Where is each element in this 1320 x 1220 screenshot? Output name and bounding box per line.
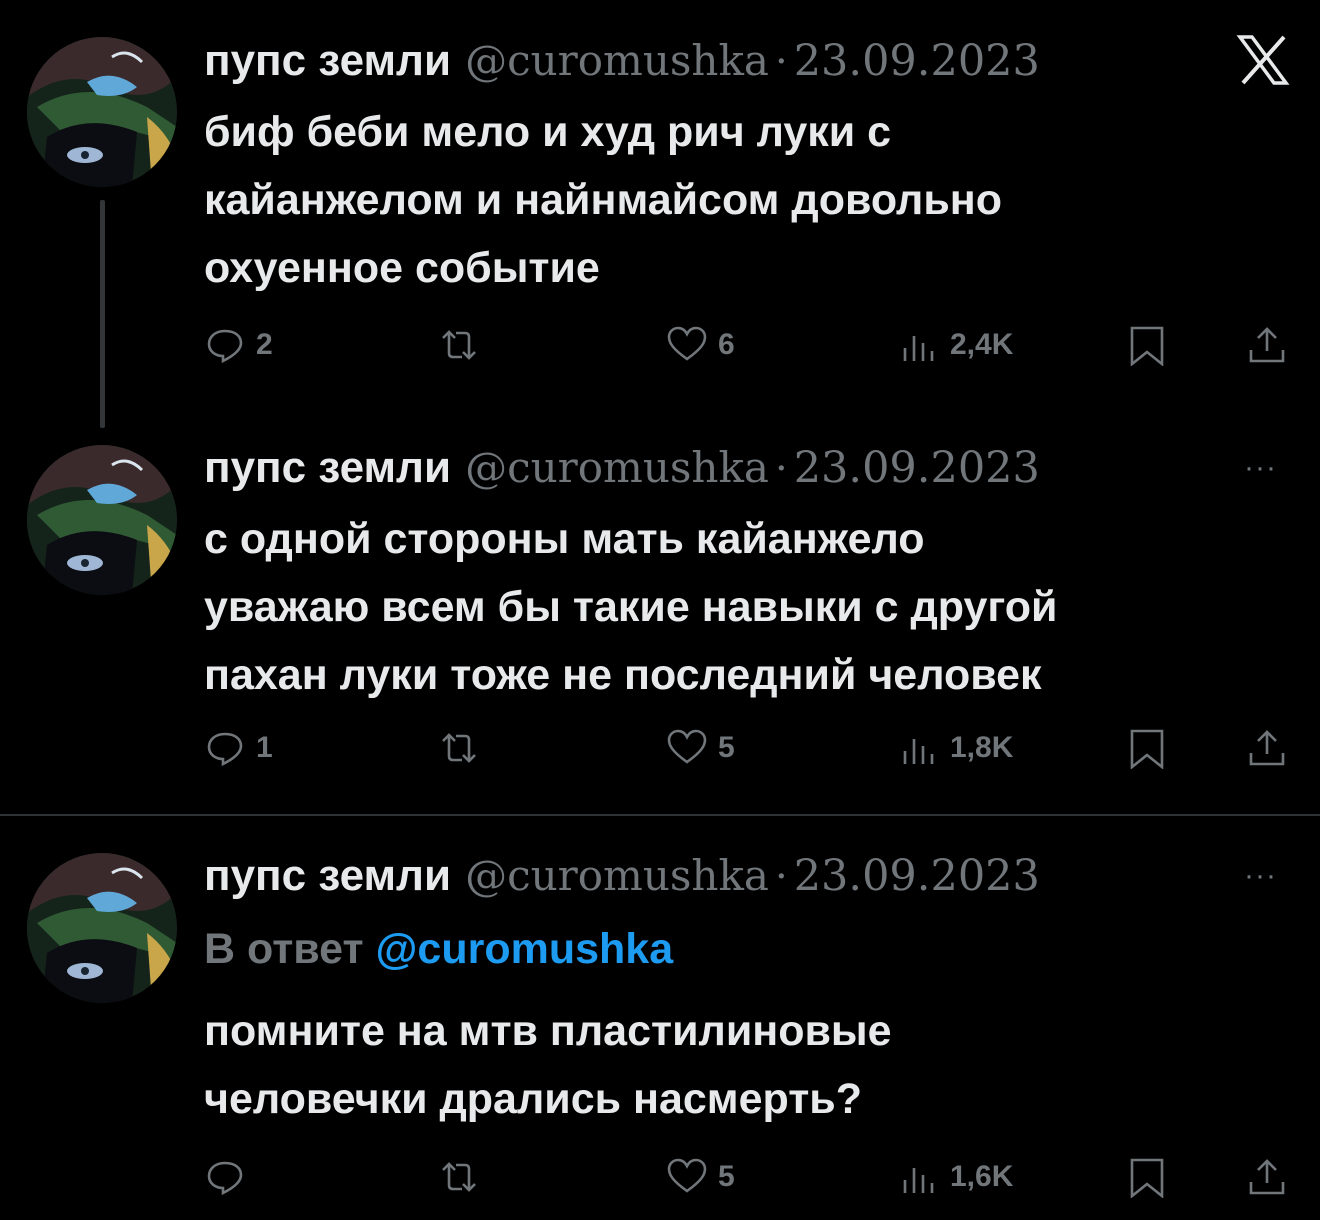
share-icon xyxy=(1249,327,1285,363)
tweet-actions: 2 6 2,4K xyxy=(0,320,1320,370)
bookmark-button[interactable] xyxy=(1126,1152,1168,1202)
tweet-text-line: биф беби мело и худ рич луки с xyxy=(204,108,892,156)
display-name[interactable]: пупс земли xyxy=(204,851,451,901)
bookmark-icon xyxy=(1130,1158,1164,1198)
bookmark-button[interactable] xyxy=(1126,723,1168,773)
bookmark-icon xyxy=(1130,729,1164,769)
reply-count: 1 xyxy=(256,731,273,764)
views-icon xyxy=(903,739,934,764)
views-button[interactable]: 1,6K xyxy=(898,1152,1013,1202)
user-handle[interactable]: @curomushka xyxy=(465,851,769,901)
tweet-date[interactable]: 23.09.2023 xyxy=(794,443,1040,493)
retweet-button[interactable] xyxy=(438,320,490,370)
reply-icon xyxy=(207,329,243,364)
tweet-date[interactable]: 23.09.2023 xyxy=(794,36,1040,86)
tweet-actions: 5 1,6K xyxy=(0,1152,1320,1202)
share-icon xyxy=(1249,1159,1285,1195)
reply-prefix: В ответ xyxy=(204,925,364,973)
retweet-button[interactable] xyxy=(438,723,490,773)
bookmark-icon xyxy=(1130,326,1164,366)
tweet-header: пупс земли @curomushka · 23.09.2023 xyxy=(204,443,1040,493)
retweet-icon xyxy=(442,1162,476,1192)
separator-dot: · xyxy=(774,446,788,492)
reply-count: 2 xyxy=(256,328,273,361)
reply-icon xyxy=(207,1161,243,1196)
tweet-text-line: помните на мтв пластилиновые xyxy=(204,1007,892,1055)
tweet-text-line: человечки дрались насмерть? xyxy=(204,1075,862,1123)
tweet-header: пупс земли @curomushka · 23.09.2023 xyxy=(204,36,1040,86)
views-icon xyxy=(903,1168,934,1193)
more-options-icon[interactable]: ··· xyxy=(1244,861,1292,891)
share-button[interactable] xyxy=(1246,723,1288,773)
share-button[interactable] xyxy=(1246,320,1288,370)
like-button[interactable]: 6 xyxy=(666,320,735,370)
avatar[interactable] xyxy=(27,445,177,595)
tweet-text-line: кайанжелом и найнмайсом довольно xyxy=(204,176,1003,224)
tweet-text: помните на мтв пластилиновые человечки д… xyxy=(204,997,1294,1133)
separator-dot: · xyxy=(774,854,788,900)
share-icon xyxy=(1249,730,1285,766)
like-count: 5 xyxy=(718,731,735,764)
like-count: 6 xyxy=(718,328,735,361)
reply-button[interactable]: 2 xyxy=(204,320,273,370)
tweet-text-line: пахан луки тоже не последний человек xyxy=(204,651,1042,699)
x-logo-icon[interactable] xyxy=(1236,34,1290,86)
display-name[interactable]: пупс земли xyxy=(204,36,451,86)
tweet-text-line: с одной стороны мать кайанжело xyxy=(204,515,925,563)
share-button[interactable] xyxy=(1246,1152,1288,1202)
view-count: 1,6K xyxy=(950,1160,1014,1193)
like-button[interactable]: 5 xyxy=(666,723,735,773)
views-icon xyxy=(903,336,934,361)
like-count: 5 xyxy=(718,1160,735,1193)
tweet-text: с одной стороны мать кайанжело уважаю вс… xyxy=(204,505,1294,709)
heart-icon xyxy=(667,326,707,361)
reply-button[interactable] xyxy=(204,1152,256,1202)
views-button[interactable]: 2,4K xyxy=(898,320,1013,370)
retweet-button[interactable] xyxy=(438,1152,490,1202)
tweet-header: пупс земли @curomushka · 23.09.2023 xyxy=(204,851,1040,901)
tweet-date[interactable]: 23.09.2023 xyxy=(794,851,1040,901)
separator-dot: · xyxy=(774,39,788,85)
like-button[interactable]: 5 xyxy=(666,1152,735,1202)
tweet-text-line: уважаю всем бы такие навыки с другой xyxy=(204,583,1058,631)
reply-button[interactable]: 1 xyxy=(204,723,273,773)
reply-mention-link[interactable]: @curomushka xyxy=(375,925,673,973)
view-count: 2,4K xyxy=(950,328,1014,361)
view-count: 1,8K xyxy=(950,731,1014,764)
tweet-text: биф беби мело и худ рич луки с кайанжело… xyxy=(204,98,1294,302)
more-options-icon[interactable]: ··· xyxy=(1244,453,1292,483)
tweet-divider xyxy=(0,814,1320,816)
tweet-actions: 1 5 1,8K xyxy=(0,723,1320,773)
user-handle[interactable]: @curomushka xyxy=(465,36,769,86)
heart-icon xyxy=(667,729,707,764)
user-handle[interactable]: @curomushka xyxy=(465,443,769,493)
retweet-icon xyxy=(442,330,476,360)
reply-context: В ответ @curomushka xyxy=(204,922,673,976)
tweet-text-line: охуенное событие xyxy=(204,244,600,292)
display-name[interactable]: пупс земли xyxy=(204,443,451,493)
views-button[interactable]: 1,8K xyxy=(898,723,1013,773)
reply-icon xyxy=(207,732,243,767)
thread-connector-line xyxy=(100,200,105,428)
heart-icon xyxy=(667,1158,707,1193)
avatar[interactable] xyxy=(27,853,177,1003)
retweet-icon xyxy=(442,733,476,763)
thread-view: пупс земли @curomushka · 23.09.2023 биф … xyxy=(0,0,1320,1220)
bookmark-button[interactable] xyxy=(1126,320,1168,370)
avatar[interactable] xyxy=(27,37,177,187)
